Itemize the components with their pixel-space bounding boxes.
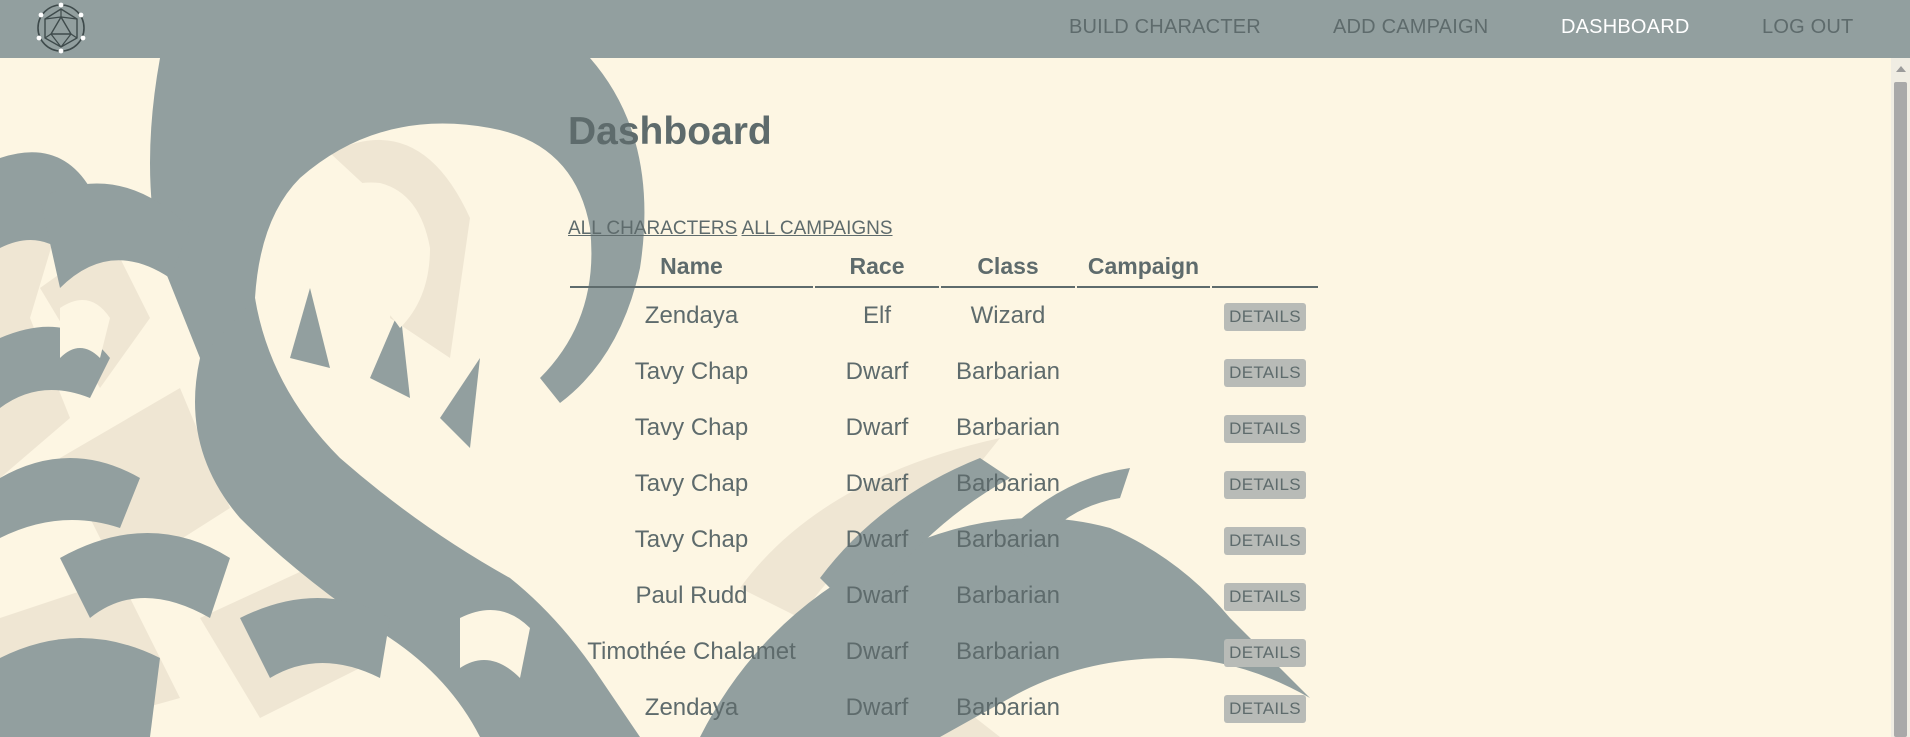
cell-class: Barbarian [955, 358, 1061, 385]
cell-name: Paul Rudd [635, 582, 748, 609]
nav-build-character-link[interactable]: BUILD CHARACTER [1069, 16, 1261, 39]
cell-campaign [1077, 400, 1210, 456]
header-race: Race [815, 246, 939, 288]
cell-class: Barbarian [955, 694, 1061, 721]
cell-class: Barbarian [955, 414, 1061, 441]
nav-logout-link[interactable]: LOG OUT [1762, 16, 1853, 39]
details-button[interactable]: DETAILS [1224, 527, 1306, 555]
details-button[interactable]: DETAILS [1224, 583, 1306, 611]
details-button[interactable]: DETAILS [1224, 695, 1306, 723]
header-class: Class [941, 246, 1075, 288]
cell-name: Tavy Chap [634, 414, 749, 441]
nav-dashboard-link[interactable]: DASHBOARD [1561, 16, 1690, 39]
scrollbar-thumb[interactable] [1894, 82, 1907, 737]
cell-class: Barbarian [955, 582, 1061, 609]
cell-actions: DETAILS [1212, 624, 1318, 680]
cell-class: Barbarian [955, 470, 1061, 497]
vertical-scrollbar[interactable] [1891, 58, 1910, 737]
cell-name: Zendaya [644, 694, 739, 721]
cell-actions: DETAILS [1212, 400, 1318, 456]
cell-name: Tavy Chap [634, 526, 749, 553]
cell-campaign [1077, 344, 1210, 400]
details-button[interactable]: DETAILS [1224, 359, 1306, 387]
cell-campaign [1077, 512, 1210, 568]
details-button[interactable]: DETAILS [1224, 415, 1306, 443]
header-actions [1212, 246, 1318, 288]
cell-race: Dwarf [845, 358, 909, 385]
cell-actions: DETAILS [1212, 456, 1318, 512]
table-row: Zendaya Elf Wizard DETAILS [570, 288, 1318, 344]
cell-campaign [1077, 568, 1210, 624]
table-row: Zendaya Dwarf Barbarian DETAILS [570, 680, 1318, 736]
cell-class: Barbarian [955, 526, 1061, 553]
cell-race: Dwarf [845, 638, 909, 665]
table-row: Tavy Chap Dwarf Barbarian DETAILS [570, 344, 1318, 400]
cell-campaign [1077, 456, 1210, 512]
cell-class: Barbarian [955, 638, 1061, 665]
cell-race: Dwarf [845, 694, 909, 721]
cell-class: Wizard [970, 302, 1046, 329]
cell-race: Elf [862, 302, 891, 329]
cell-campaign [1077, 680, 1210, 736]
header-campaign: Campaign [1077, 246, 1210, 288]
tab-all-characters[interactable]: ALL CHARACTERS [568, 218, 737, 239]
cell-campaign [1077, 288, 1210, 344]
cell-actions: DETAILS [1212, 568, 1318, 624]
top-navbar: BUILD CHARACTER ADD CAMPAIGN DASHBOARD L… [0, 0, 1910, 58]
cell-actions: DETAILS [1212, 288, 1318, 344]
dashboard-tabs: ALL CHARACTERS ALL CAMPAIGNS [568, 218, 893, 240]
cell-race: Dwarf [845, 582, 909, 609]
table-row: Tavy Chap Dwarf Barbarian DETAILS [570, 512, 1318, 568]
details-button[interactable]: DETAILS [1224, 639, 1306, 667]
cell-actions: DETAILS [1212, 512, 1318, 568]
table-row: Timothée Chalamet Dwarf Barbarian DETAIL… [570, 624, 1318, 680]
table-header-row: Name Race Class Campaign [570, 246, 1318, 288]
cell-name: Tavy Chap [634, 358, 749, 385]
characters-table: Name Race Class Campaign Zendaya Elf Wiz… [568, 246, 1320, 736]
details-button[interactable]: DETAILS [1224, 471, 1306, 499]
details-button[interactable]: DETAILS [1224, 303, 1306, 331]
cell-actions: DETAILS [1212, 344, 1318, 400]
table-row: Paul Rudd Dwarf Barbarian DETAILS [570, 568, 1318, 624]
table-row: Tavy Chap Dwarf Barbarian DETAILS [570, 400, 1318, 456]
tab-all-campaigns[interactable]: ALL CAMPAIGNS [742, 218, 893, 239]
cell-campaign [1077, 624, 1210, 680]
cell-name: Zendaya [644, 302, 739, 329]
table-row: Tavy Chap Dwarf Barbarian DETAILS [570, 456, 1318, 512]
cell-race: Dwarf [845, 470, 909, 497]
header-name: Name [570, 246, 813, 288]
cell-name: Tavy Chap [634, 470, 749, 497]
d20-dice-logo-icon[interactable] [33, 1, 89, 55]
cell-actions: DETAILS [1212, 680, 1318, 736]
cell-race: Dwarf [845, 526, 909, 553]
cell-name: Timothée Chalamet [587, 638, 796, 665]
scroll-up-arrow-icon[interactable] [1896, 66, 1906, 72]
page-title: Dashboard [568, 110, 772, 153]
nav-add-campaign-link[interactable]: ADD CAMPAIGN [1333, 16, 1488, 39]
cell-race: Dwarf [845, 414, 909, 441]
